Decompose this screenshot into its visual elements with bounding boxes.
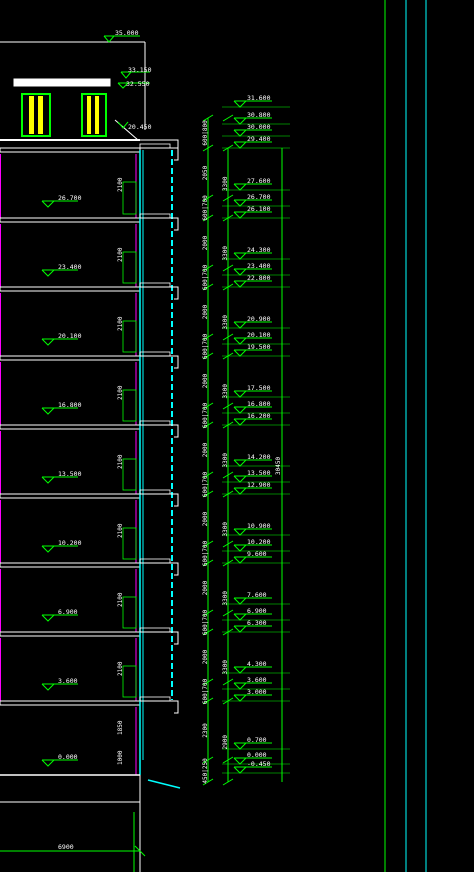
floor-level-label: 13.500 (58, 470, 82, 478)
elevation-label: 0.700 (247, 736, 267, 744)
storey-height-label: 3300 (222, 176, 229, 191)
elevation-label: 22.800 (247, 274, 271, 282)
floor-level-label: 6.900 (58, 608, 78, 616)
dimension-segment-label: 2050 (202, 165, 209, 180)
roof-elevation-2: 32.550 (126, 80, 150, 88)
storey-height-label: 3300 (222, 384, 229, 399)
dimension-segment-label: 600|700 (202, 540, 209, 566)
floor-level-label: 0.000 (58, 753, 78, 761)
floor-level-label: 20.100 (58, 332, 82, 340)
elevation-label: 0.000 (247, 751, 267, 759)
floor-level-label: 16.800 (58, 401, 82, 409)
window-height-label: 2100 (117, 592, 124, 607)
dimension-segment-label: 600|700 (202, 333, 209, 359)
elevation-label: 10.200 (247, 538, 271, 546)
elevation-label: 19.500 (247, 343, 271, 351)
section-drawing: 35.000 33.150 32.550 20.450 26.700 23.400… (0, 0, 474, 872)
floor-level-label: 26.700 (58, 194, 82, 202)
elevation-label: 14.200 (247, 453, 271, 461)
elevation-label: 23.400 (247, 262, 271, 270)
storey-height-label: 3300 (222, 591, 229, 606)
dimension-segment-label: 600|700 (202, 609, 209, 635)
elevation-label: 20.900 (247, 315, 271, 323)
storey-height-label: 3300 (222, 246, 229, 261)
elevation-label: 31.600 (247, 94, 271, 102)
drawing-background (0, 0, 474, 872)
dimension-segment-label: 2000 (202, 304, 209, 319)
elevation-label: 4.300 (247, 660, 267, 668)
window-height-label: 2100 (117, 247, 124, 262)
elevation-label: 3.000 (247, 688, 267, 696)
elevation-label: 29.400 (247, 135, 271, 143)
elevation-label: 26.700 (247, 193, 271, 201)
floor-level-label: 10.200 (58, 539, 82, 547)
roof-window-right-sash (87, 96, 91, 134)
eave-elevation: 20.450 (128, 123, 152, 131)
elevation-label: 12.900 (247, 481, 271, 489)
floor-level-label: 3.600 (58, 677, 78, 685)
dimension-segment-label: 600|700 (202, 264, 209, 290)
roof-window-left-sash (29, 96, 34, 134)
bottom-width-label: 6900 (58, 843, 74, 851)
storey-height-label: 2900 (222, 735, 229, 750)
dimension-segment-label: 2000 (202, 649, 209, 664)
elevation-label: 3.600 (247, 676, 267, 684)
floor-level-label: 23.400 (58, 263, 82, 271)
elevation-label: 24.300 (247, 246, 271, 254)
dimension-segment-label: 600|700 (202, 678, 209, 704)
window-height-label: 2100 (117, 523, 124, 538)
window-height-label: 2100 (117, 316, 124, 331)
storey-height-label: 3300 (222, 453, 229, 468)
dimension-segment-label: 600|700 (202, 402, 209, 428)
elevation-label: 30.000 (247, 123, 271, 131)
roof-parapet (13, 78, 111, 87)
storey-height-label: 3300 (222, 315, 229, 330)
elevation-label: 26.100 (247, 205, 271, 213)
elevation-label: 16.200 (247, 412, 271, 420)
dimension-segment-label: 2000 (202, 580, 209, 595)
storey-height-label: 3300 (222, 660, 229, 675)
roof-window-right-sash2 (95, 96, 99, 134)
window-height-label: 2100 (117, 454, 124, 469)
dimension-segment-label: 2000 (202, 511, 209, 526)
dimension-segment-label: 600|800 (202, 120, 209, 146)
window-height-label: 1850 (117, 720, 124, 735)
roof-elevation-1: 33.150 (128, 66, 152, 74)
window-height-label: 2100 (117, 661, 124, 676)
dimension-segment-label: 450|250 (202, 758, 209, 784)
top-elevation-label: 35.000 (115, 29, 139, 37)
dimension-segment-label: 2000 (202, 373, 209, 388)
elevation-label: 9.600 (247, 550, 267, 558)
dimension-segment-label: 600|700 (202, 471, 209, 497)
window-height-label: 1000 (117, 750, 124, 765)
elevation-label: 7.600 (247, 591, 267, 599)
window-height-label: 2100 (117, 385, 124, 400)
elevation-label: 6.300 (247, 619, 267, 627)
elevation-label: 17.500 (247, 384, 271, 392)
elevation-label: 20.100 (247, 331, 271, 339)
storey-height-label: 3300 (222, 522, 229, 537)
dimension-segment-label: 2000 (202, 442, 209, 457)
overall-height-label: 30450 (275, 457, 282, 475)
elevation-label: 6.900 (247, 607, 267, 615)
dimension-segment-label: 600|700 (202, 195, 209, 221)
elevation-label: 27.600 (247, 177, 271, 185)
dimension-segment-label: 2000 (202, 235, 209, 250)
elevation-label: 30.800 (247, 111, 271, 119)
elevation-label: 16.800 (247, 400, 271, 408)
elevation-label: -0.450 (247, 760, 271, 768)
roof-window-left-sash2 (38, 96, 43, 134)
elevation-label: 13.500 (247, 469, 271, 477)
dimension-segment-label: 2300 (202, 723, 209, 738)
window-height-label: 2100 (117, 177, 124, 192)
elevation-label: 10.900 (247, 522, 271, 530)
